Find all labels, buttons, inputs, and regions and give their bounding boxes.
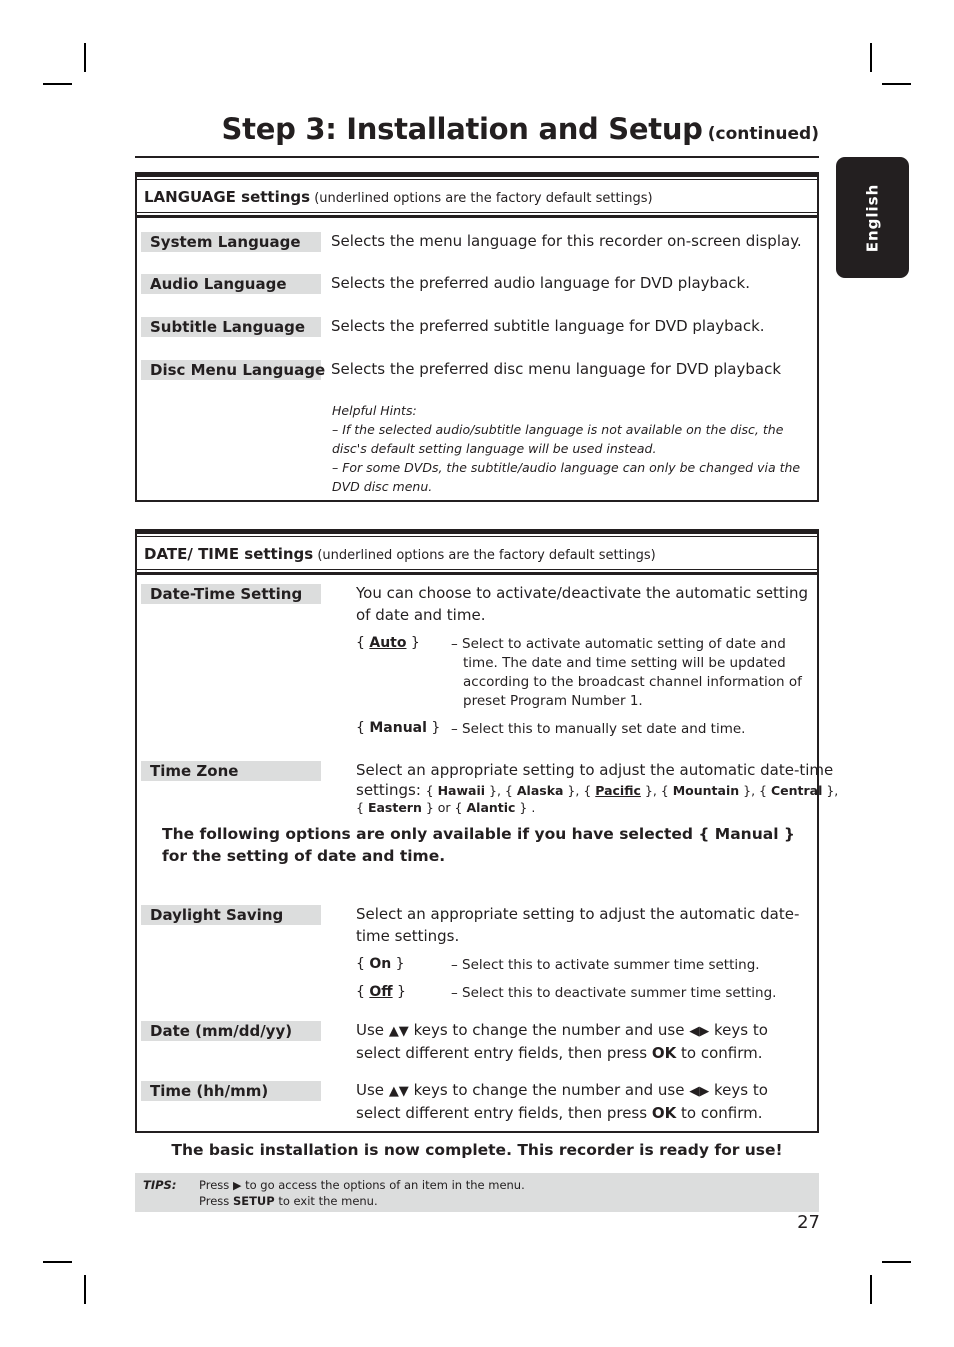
time-zone-description: Select an appropriate setting to adjust …: [356, 761, 834, 779]
option-key-label: Off: [369, 984, 393, 1000]
desc-text: to confirm.: [681, 1043, 763, 1062]
tips-text: Press: [199, 1193, 230, 1208]
completion-message: The basic installation is now complete. …: [171, 1141, 783, 1159]
option-key: { Manual }: [356, 720, 441, 736]
page-title: Step 3: Installation and Setup (continue…: [135, 112, 819, 146]
ok-key: OK: [651, 1043, 677, 1062]
crop-mark: [84, 43, 86, 72]
desc-text: Use: [356, 1081, 385, 1099]
tz-option-alantic: Alantic: [466, 799, 516, 815]
language-side-tab: English: [836, 157, 909, 278]
language-settings-box: LANGUAGE settings (underlined options ar…: [135, 172, 819, 502]
setup-key: SETUP: [232, 1193, 275, 1208]
heading-rule: [137, 215, 817, 218]
setting-description: Select an appropriate setting to adjust …: [356, 905, 800, 945]
hint-line: – For some DVDs, the subtitle/audio lang…: [332, 460, 801, 494]
setting-description: Use ▲▼ keys to change the number and use…: [356, 1080, 818, 1124]
tips-text: to exit the menu.: [278, 1193, 378, 1208]
tips-text: Press: [199, 1178, 230, 1192]
desc-text: keys to: [714, 1021, 768, 1039]
option-description: – Select this to deactivate summer time …: [451, 985, 777, 1001]
side-tab-label: English: [863, 183, 882, 252]
manual-notice: The following options are only available…: [162, 825, 795, 865]
desc-text: select different entry fields, then pres…: [356, 1103, 648, 1122]
page-title-suffix: (continued): [707, 124, 819, 144]
desc-text: select different entry fields, then pres…: [356, 1043, 648, 1062]
setting-label: Time Zone: [141, 761, 321, 781]
time-zone-options: settings: { Hawaii }, { Alaska }, { Paci…: [356, 780, 839, 799]
option-key: { On }: [356, 956, 405, 972]
heading-rule: [137, 572, 817, 575]
desc-text: Use: [356, 1021, 385, 1039]
desc-text: to confirm.: [681, 1103, 763, 1122]
ok-key: OK: [651, 1103, 677, 1122]
option-description: – Select this to activate summer time se…: [451, 957, 760, 973]
title-rule: [135, 156, 819, 158]
hints-title: Helpful Hints:: [332, 403, 417, 418]
time-zone-options-line2: { Eastern } or { Alantic } .: [356, 799, 536, 815]
heading-bold: LANGUAGE settings: [144, 188, 311, 206]
setting-description: You can choose to activate/deactivate th…: [356, 584, 808, 624]
setting-label: Disc Menu Language: [141, 360, 325, 380]
desc-text: keys to: [714, 1081, 768, 1099]
tips-lines: Press ▶ to go access the options of an i…: [199, 1178, 525, 1209]
tips-box: TIPS: Press ▶ to go access the options o…: [135, 1173, 819, 1212]
crop-mark: [43, 1261, 72, 1263]
datetime-settings-heading: DATE/ TIME settings (underlined options …: [137, 536, 817, 570]
heading-note: (underlined options are the factory defa…: [314, 191, 653, 206]
setting-label: Date (mm/dd/yy): [141, 1021, 321, 1041]
tips-text: to go access the options of an item in t…: [245, 1178, 525, 1192]
tips-label: TIPS:: [143, 1178, 177, 1192]
page-title-main: Step 3: Installation and Setup: [221, 112, 703, 146]
desc-text: keys to change the number and use: [413, 1021, 685, 1039]
option-key-label: Auto: [369, 635, 407, 651]
setting-label: Date-Time Setting: [141, 584, 321, 604]
right-arrow-icon: ▶: [232, 1179, 242, 1192]
setting-description: Selects the preferred subtitle language …: [331, 317, 765, 335]
option-description: – Select this to manually set date and t…: [451, 721, 746, 737]
tz-option-hawaii: Hawaii: [437, 782, 486, 798]
setting-label: Daylight Saving: [141, 905, 321, 925]
crop-mark: [882, 83, 911, 85]
setting-description: Selects the preferred audio language for…: [331, 274, 750, 292]
crop-mark: [43, 83, 72, 85]
page-number: 27: [797, 1212, 820, 1233]
tz-option-central: Central: [770, 782, 823, 798]
datetime-settings-box: DATE/ TIME settings (underlined options …: [135, 529, 839, 1133]
tz-option-pacific: Pacific: [595, 782, 641, 798]
tz-option-alaska: Alaska: [516, 782, 564, 798]
crop-mark: [84, 1275, 86, 1304]
joiner-or: or: [437, 799, 451, 815]
crop-mark: [882, 1261, 911, 1263]
option-key: { Off }: [356, 984, 406, 1000]
setting-description: Use ▲▼ keys to change the number and use…: [356, 1020, 818, 1064]
option-key: { Auto }: [356, 635, 420, 651]
setting-label: System Language: [141, 232, 321, 252]
setting-description: Selects the menu language for this recor…: [331, 232, 802, 250]
tz-option-eastern: Eastern: [367, 799, 422, 815]
hint-line: – If the selected audio/subtitle languag…: [332, 422, 784, 456]
crop-mark: [870, 1275, 872, 1304]
settings-prefix: settings:: [356, 780, 421, 799]
helpful-hints: Helpful Hints: – If the selected audio/s…: [332, 401, 820, 496]
setting-label: Time (hh/mm): [141, 1081, 321, 1101]
option-key-label: On: [369, 956, 392, 972]
language-settings-heading: LANGUAGE settings (underlined options ar…: [137, 179, 817, 213]
setting-description: Select an appropriate setting to adjust …: [356, 760, 839, 816]
option-description: – Select to activate automatic setting o…: [451, 636, 802, 709]
up-down-arrow-icon: ▲▼: [388, 1024, 409, 1039]
setting-label: Subtitle Language: [141, 317, 321, 337]
desc-text: keys to change the number and use: [413, 1081, 685, 1099]
heading-note: (underlined options are the factory defa…: [317, 548, 656, 563]
heading-bold: DATE/ TIME settings: [144, 545, 314, 563]
tz-option-mountain: Mountain: [672, 782, 740, 798]
option-key-label: Manual: [369, 720, 427, 736]
crop-mark: [870, 43, 872, 72]
up-down-arrow-icon: ▲▼: [388, 1084, 409, 1099]
setting-description: Selects the preferred disc menu language…: [331, 360, 782, 378]
left-right-arrow-icon: ◀▶: [689, 1084, 710, 1099]
left-right-arrow-icon: ◀▶: [689, 1024, 710, 1039]
setting-label: Audio Language: [141, 274, 321, 294]
